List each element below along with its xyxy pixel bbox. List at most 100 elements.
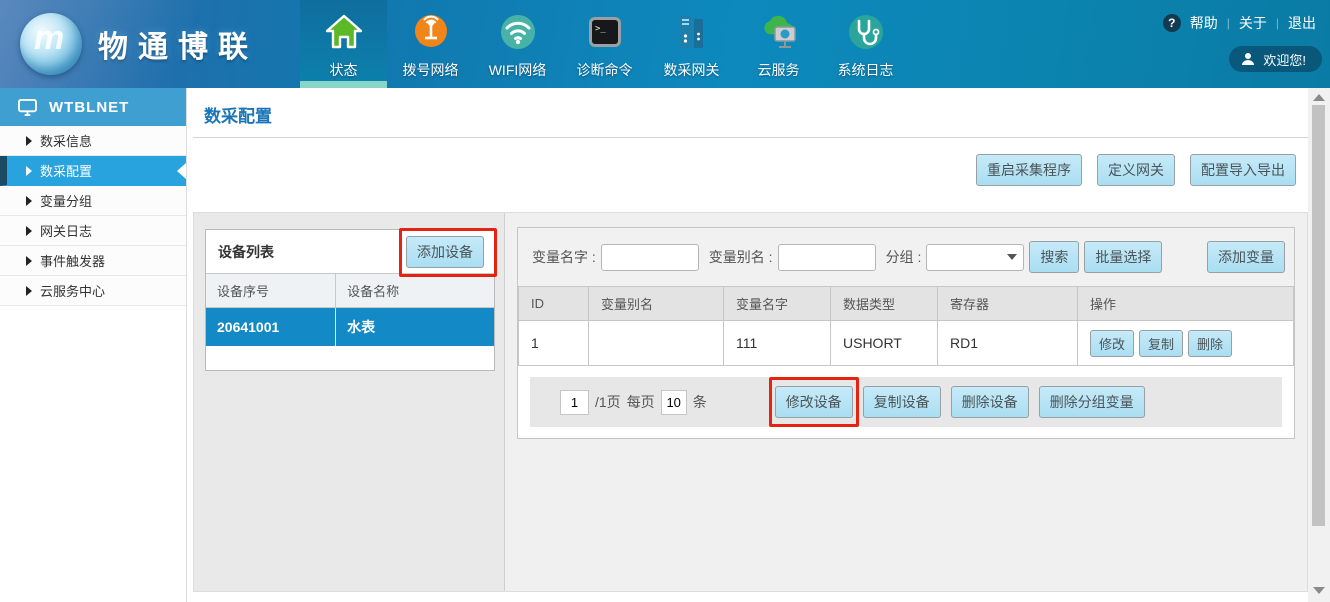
var-alias-cell: [589, 321, 724, 366]
triangle-bullet-icon: [26, 196, 32, 206]
column-header-id: ID: [519, 287, 589, 321]
nav-tab-system-log[interactable]: 系统日志: [822, 0, 909, 88]
device-table: 设备序号 设备名称 20641001 水表: [206, 273, 494, 370]
device-list-panel: 设备列表 添加设备 设备序号 设备名称 20641001: [205, 229, 495, 371]
sidebar-item-gateway-log[interactable]: 网关日志: [0, 216, 186, 246]
var-name-filter-label: 变量名字 :: [532, 247, 596, 267]
delete-variable-button[interactable]: 删除: [1188, 330, 1232, 357]
sidebar-item-label: 网关日志: [40, 221, 92, 240]
delete-device-button[interactable]: 删除设备: [951, 386, 1029, 418]
var-register-cell: RD1: [938, 321, 1078, 366]
page-number-input[interactable]: [560, 390, 589, 415]
pagination-bar: /1页 每页 条 修改设备 复制设备 删除设备 删除分组变量: [530, 377, 1282, 427]
sidebar-device-header: WTBLNET: [0, 88, 186, 126]
device-row-selected[interactable]: 20641001 水表: [206, 308, 494, 346]
variable-filter-bar: 变量名字 : 变量别名 : 分组 : 搜索 批量选择 添加变量: [518, 228, 1294, 286]
page-action-buttons: 重启采集程序 定义网关 配置导入导出: [188, 138, 1308, 186]
nav-tab-dialup-network[interactable]: 拨号网络: [387, 0, 474, 88]
column-header-register: 寄存器: [938, 287, 1078, 321]
device-list-title: 设备列表: [218, 242, 274, 262]
help-question-icon: ?: [1163, 14, 1181, 32]
column-header-data-type: 数据类型: [831, 287, 938, 321]
device-name-cell: 水表: [336, 308, 494, 346]
scrollbar-thumb[interactable]: [1312, 105, 1325, 526]
variable-table: ID 变量别名 变量名字 数据类型 寄存器 操作 1 111 USHORT: [518, 286, 1294, 366]
welcome-badge[interactable]: 欢迎您!: [1229, 46, 1322, 72]
sidebar-item-data-collection-info[interactable]: 数采信息: [0, 126, 186, 156]
about-link[interactable]: 关于: [1239, 13, 1267, 33]
nav-tab-label: 系统日志: [838, 60, 894, 80]
copy-device-button[interactable]: 复制设备: [863, 386, 941, 418]
nav-tab-label: 数采网关: [664, 60, 720, 80]
active-tab-underline: [300, 81, 387, 88]
triangle-bullet-icon: [26, 256, 32, 266]
batch-select-button[interactable]: 批量选择: [1084, 241, 1162, 273]
brand-name: 物通博联: [98, 22, 258, 66]
column-header-alias: 变量别名: [589, 287, 724, 321]
terminal-icon: >_: [583, 9, 627, 55]
group-filter-label: 分组 :: [886, 247, 922, 267]
dialup-broadcast-icon: [409, 9, 453, 55]
device-empty-row: [206, 346, 494, 370]
brand-logo: 物通博联: [0, 0, 300, 88]
sidebar-item-label: 云服务中心: [40, 281, 105, 300]
search-button[interactable]: 搜索: [1029, 241, 1079, 273]
add-device-button[interactable]: 添加设备: [406, 236, 484, 268]
variable-table-header-row: ID 变量别名 变量名字 数据类型 寄存器 操作: [519, 287, 1294, 321]
gateway-server-icon: [670, 9, 714, 55]
wifi-icon: [496, 9, 540, 55]
svg-text:>_: >_: [595, 24, 606, 34]
user-icon: [1241, 52, 1255, 66]
scroll-down-arrow-icon[interactable]: [1313, 587, 1325, 594]
modify-variable-button[interactable]: 修改: [1090, 330, 1134, 357]
define-gateway-button[interactable]: 定义网关: [1097, 154, 1175, 186]
copy-variable-button[interactable]: 复制: [1139, 330, 1183, 357]
triangle-bullet-icon: [26, 286, 32, 296]
column-header-name: 变量名字: [724, 287, 831, 321]
sidebar-item-label: 变量分组: [40, 191, 92, 210]
sidebar-item-data-collection-config[interactable]: 数采配置: [0, 156, 186, 186]
monitor-icon: [18, 99, 37, 116]
help-link[interactable]: 帮助: [1190, 13, 1218, 33]
sidebar-item-cloud-service-center[interactable]: 云服务中心: [0, 276, 186, 306]
var-id-cell: 1: [519, 321, 589, 366]
nav-tab-label: 状态: [330, 60, 358, 80]
content-container: 设备列表 添加设备 设备序号 设备名称 20641001: [193, 212, 1308, 592]
nav-tab-label: 拨号网络: [403, 60, 459, 80]
logout-link[interactable]: 退出: [1288, 13, 1316, 33]
page-title: 数采配置: [188, 88, 1308, 137]
variables-panel: 变量名字 : 变量别名 : 分组 : 搜索 批量选择 添加变量: [517, 227, 1295, 439]
scroll-up-arrow-icon[interactable]: [1313, 94, 1325, 101]
variables-column: 变量名字 : 变量别名 : 分组 : 搜索 批量选择 添加变量: [505, 213, 1307, 591]
sidebar-item-variable-group[interactable]: 变量分组: [0, 186, 186, 216]
nav-tab-cloud-service[interactable]: 云服务: [735, 0, 822, 88]
var-name-cell: 111: [724, 321, 831, 366]
vertical-scrollbar[interactable]: [1308, 88, 1330, 602]
modify-device-button[interactable]: 修改设备: [775, 386, 853, 418]
triangle-bullet-icon: [26, 226, 32, 236]
triangle-bullet-icon: [26, 166, 32, 176]
stethoscope-log-icon: [844, 9, 888, 55]
nav-tab-wifi-network[interactable]: WIFI网络: [474, 0, 561, 88]
var-actions-cell: 修改 复制 删除: [1078, 321, 1294, 366]
sidebar-item-label: 数采信息: [40, 131, 92, 150]
device-serial-cell: 20641001: [206, 308, 336, 346]
nav-tab-data-gateway[interactable]: 数采网关: [648, 0, 735, 88]
nav-tab-label: 诊断命令: [577, 60, 633, 80]
var-alias-filter-label: 变量别名 :: [709, 247, 773, 267]
per-page-input[interactable]: [661, 390, 687, 415]
header-utility-links: ? 帮助 | 关于 | 退出: [1163, 13, 1316, 33]
var-alias-filter-input[interactable]: [778, 244, 876, 271]
per-page-label: 每页: [627, 392, 655, 412]
var-name-filter-input[interactable]: [601, 244, 699, 271]
group-select[interactable]: [926, 244, 1024, 271]
top-header: 物通博联 状态 拨号网络 WIFI网络: [0, 0, 1330, 88]
add-variable-button[interactable]: 添加变量: [1207, 241, 1285, 273]
delete-group-variables-button[interactable]: 删除分组变量: [1039, 386, 1145, 418]
column-header-device-name: 设备名称: [336, 274, 494, 308]
sidebar-item-event-trigger[interactable]: 事件触发器: [0, 246, 186, 276]
nav-tab-status[interactable]: 状态: [300, 0, 387, 88]
restart-collector-button[interactable]: 重启采集程序: [976, 154, 1082, 186]
nav-tab-diagnostic-command[interactable]: >_ 诊断命令: [561, 0, 648, 88]
config-import-export-button[interactable]: 配置导入导出: [1190, 154, 1296, 186]
